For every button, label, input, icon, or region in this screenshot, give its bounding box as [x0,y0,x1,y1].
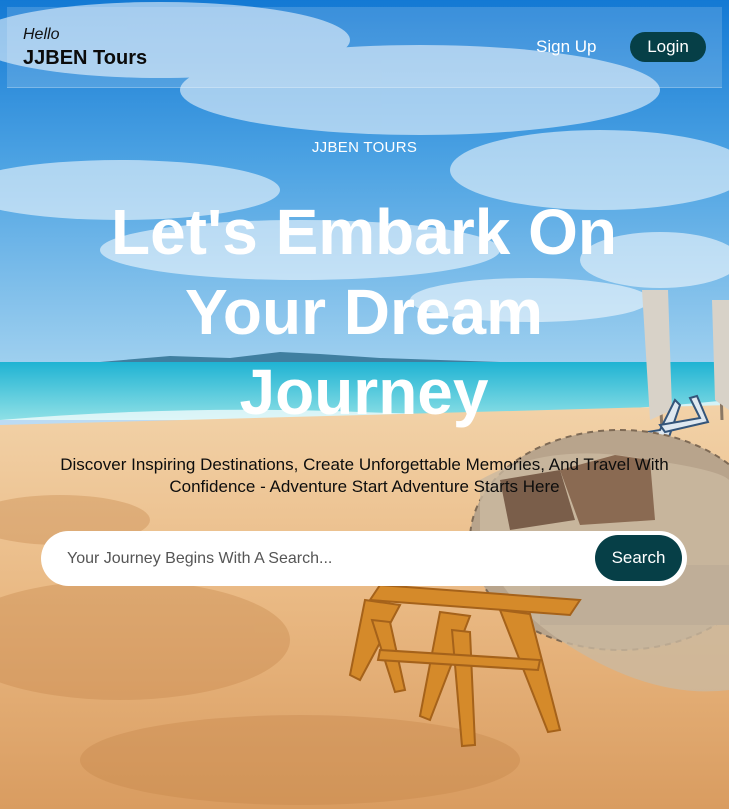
top-navigation-bar: Hello JJBEN Tours Sign Up Login [7,7,722,88]
hero-eyebrow: JJBEN TOURS [311,139,418,156]
search-button[interactable]: Search [595,535,682,581]
brand-name[interactable]: JJBEN Tours [23,47,147,70]
hero-subtext: Discover Inspiring Destinations, Create … [60,455,669,496]
greeting-text: Hello [23,26,60,43]
login-button[interactable]: Login [630,32,706,62]
search-input[interactable] [65,543,589,575]
sign-up-link[interactable]: Sign Up [536,37,596,57]
hero-headline: Let's Embark On Your Dream Journey [110,196,618,428]
search-bar: Search [41,531,687,586]
